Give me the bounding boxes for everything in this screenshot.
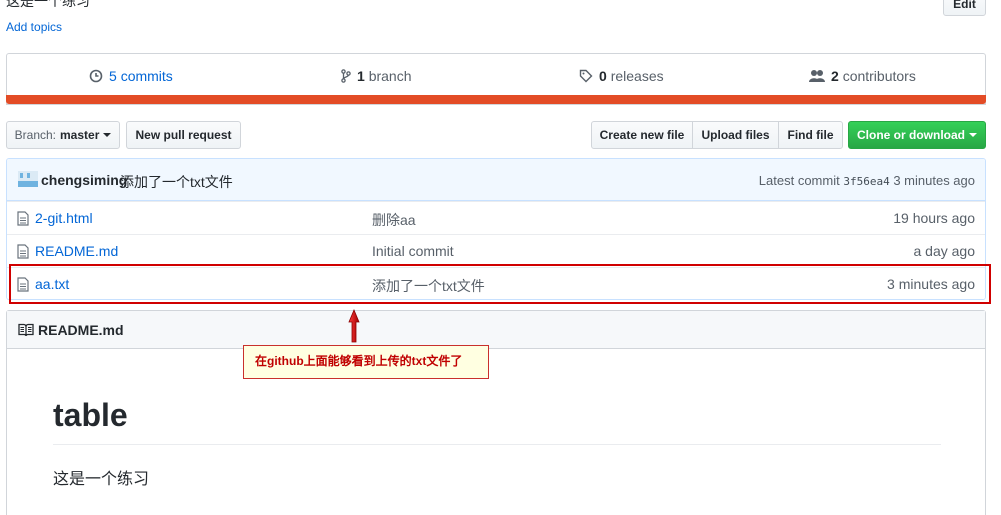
commits-count: 5 [109, 68, 117, 84]
latest-commit-age: 3 minutes ago [893, 173, 975, 188]
new-pull-request-button[interactable]: New pull request [126, 121, 241, 149]
history-icon [89, 69, 103, 83]
caret-down-icon [103, 133, 112, 137]
branch-prefix: Branch: [14, 128, 56, 142]
clone-or-download-button[interactable]: Clone or download [848, 121, 986, 149]
branch-select-button[interactable]: Branch: master [6, 121, 120, 149]
people-icon [809, 70, 825, 82]
readme-header: README.md [7, 311, 985, 349]
edit-button[interactable]: Edit [943, 0, 986, 16]
branch-count: 1 [357, 68, 365, 84]
releases-label: releases [610, 68, 664, 84]
contributors-link[interactable]: 2 contributors [809, 68, 916, 84]
repo-description: 这是一个练习 [6, 0, 90, 9]
releases-link[interactable]: 0 releases [579, 68, 664, 84]
caret-down-icon [969, 133, 977, 137]
file-age: 19 hours ago [893, 210, 975, 226]
file-commit-message[interactable]: 删除aa [372, 210, 416, 230]
file-icon [17, 244, 29, 259]
readme-title[interactable]: README.md [38, 322, 124, 338]
add-topics-link[interactable]: Add topics [6, 20, 62, 34]
language-bar[interactable] [6, 95, 986, 104]
contributors-count: 2 [831, 68, 839, 84]
branch-label: branch [368, 68, 412, 84]
branch-name: master [60, 128, 100, 142]
latest-commit-prefix: Latest commit [758, 173, 840, 188]
annotation-arrow-icon [348, 308, 360, 343]
latest-commit-bar: chengsiming 添加了一个txt文件 Latest commit 3f5… [7, 159, 985, 201]
commit-sha-link[interactable]: 3f56ea4 [843, 175, 889, 188]
commits-link[interactable]: 5 commits [89, 68, 173, 84]
tag-icon [579, 69, 593, 83]
contributors-label: contributors [842, 68, 916, 84]
avatar[interactable] [18, 171, 38, 187]
commit-message-link[interactable]: 添加了一个txt文件 [120, 172, 233, 192]
book-icon [18, 323, 34, 337]
table-row: README.md Initial commit a day ago [7, 234, 985, 267]
branch-icon [341, 69, 351, 83]
latest-commit-info: Latest commit 3f56ea4 3 minutes ago [759, 173, 975, 188]
file-age: a day ago [913, 243, 976, 259]
create-new-file-button[interactable]: Create new file [591, 121, 693, 149]
file-name-link[interactable]: 2-git.html [35, 210, 93, 226]
file-icon [17, 211, 29, 226]
readme-panel: README.md table 这是一个练习 [6, 310, 986, 515]
upload-files-button[interactable]: Upload files [692, 121, 779, 149]
commit-author-link[interactable]: chengsiming [41, 172, 127, 188]
readme-heading: table [53, 397, 128, 433]
highlight-box [9, 264, 991, 304]
commits-label: commits [120, 68, 173, 84]
releases-count: 0 [599, 68, 607, 84]
annotation-note: 在github上面能够看到上传的txt文件了 [243, 345, 489, 379]
table-row: 2-git.html 删除aa 19 hours ago [7, 201, 985, 234]
readme-divider [53, 444, 941, 445]
file-name-link[interactable]: README.md [35, 243, 118, 259]
readme-paragraph: 这是一个练习 [53, 471, 150, 488]
branch-link[interactable]: 1 branch [341, 68, 412, 84]
file-commit-message[interactable]: Initial commit [372, 243, 454, 259]
clone-label: Clone or download [857, 128, 965, 142]
find-file-button[interactable]: Find file [778, 121, 843, 149]
